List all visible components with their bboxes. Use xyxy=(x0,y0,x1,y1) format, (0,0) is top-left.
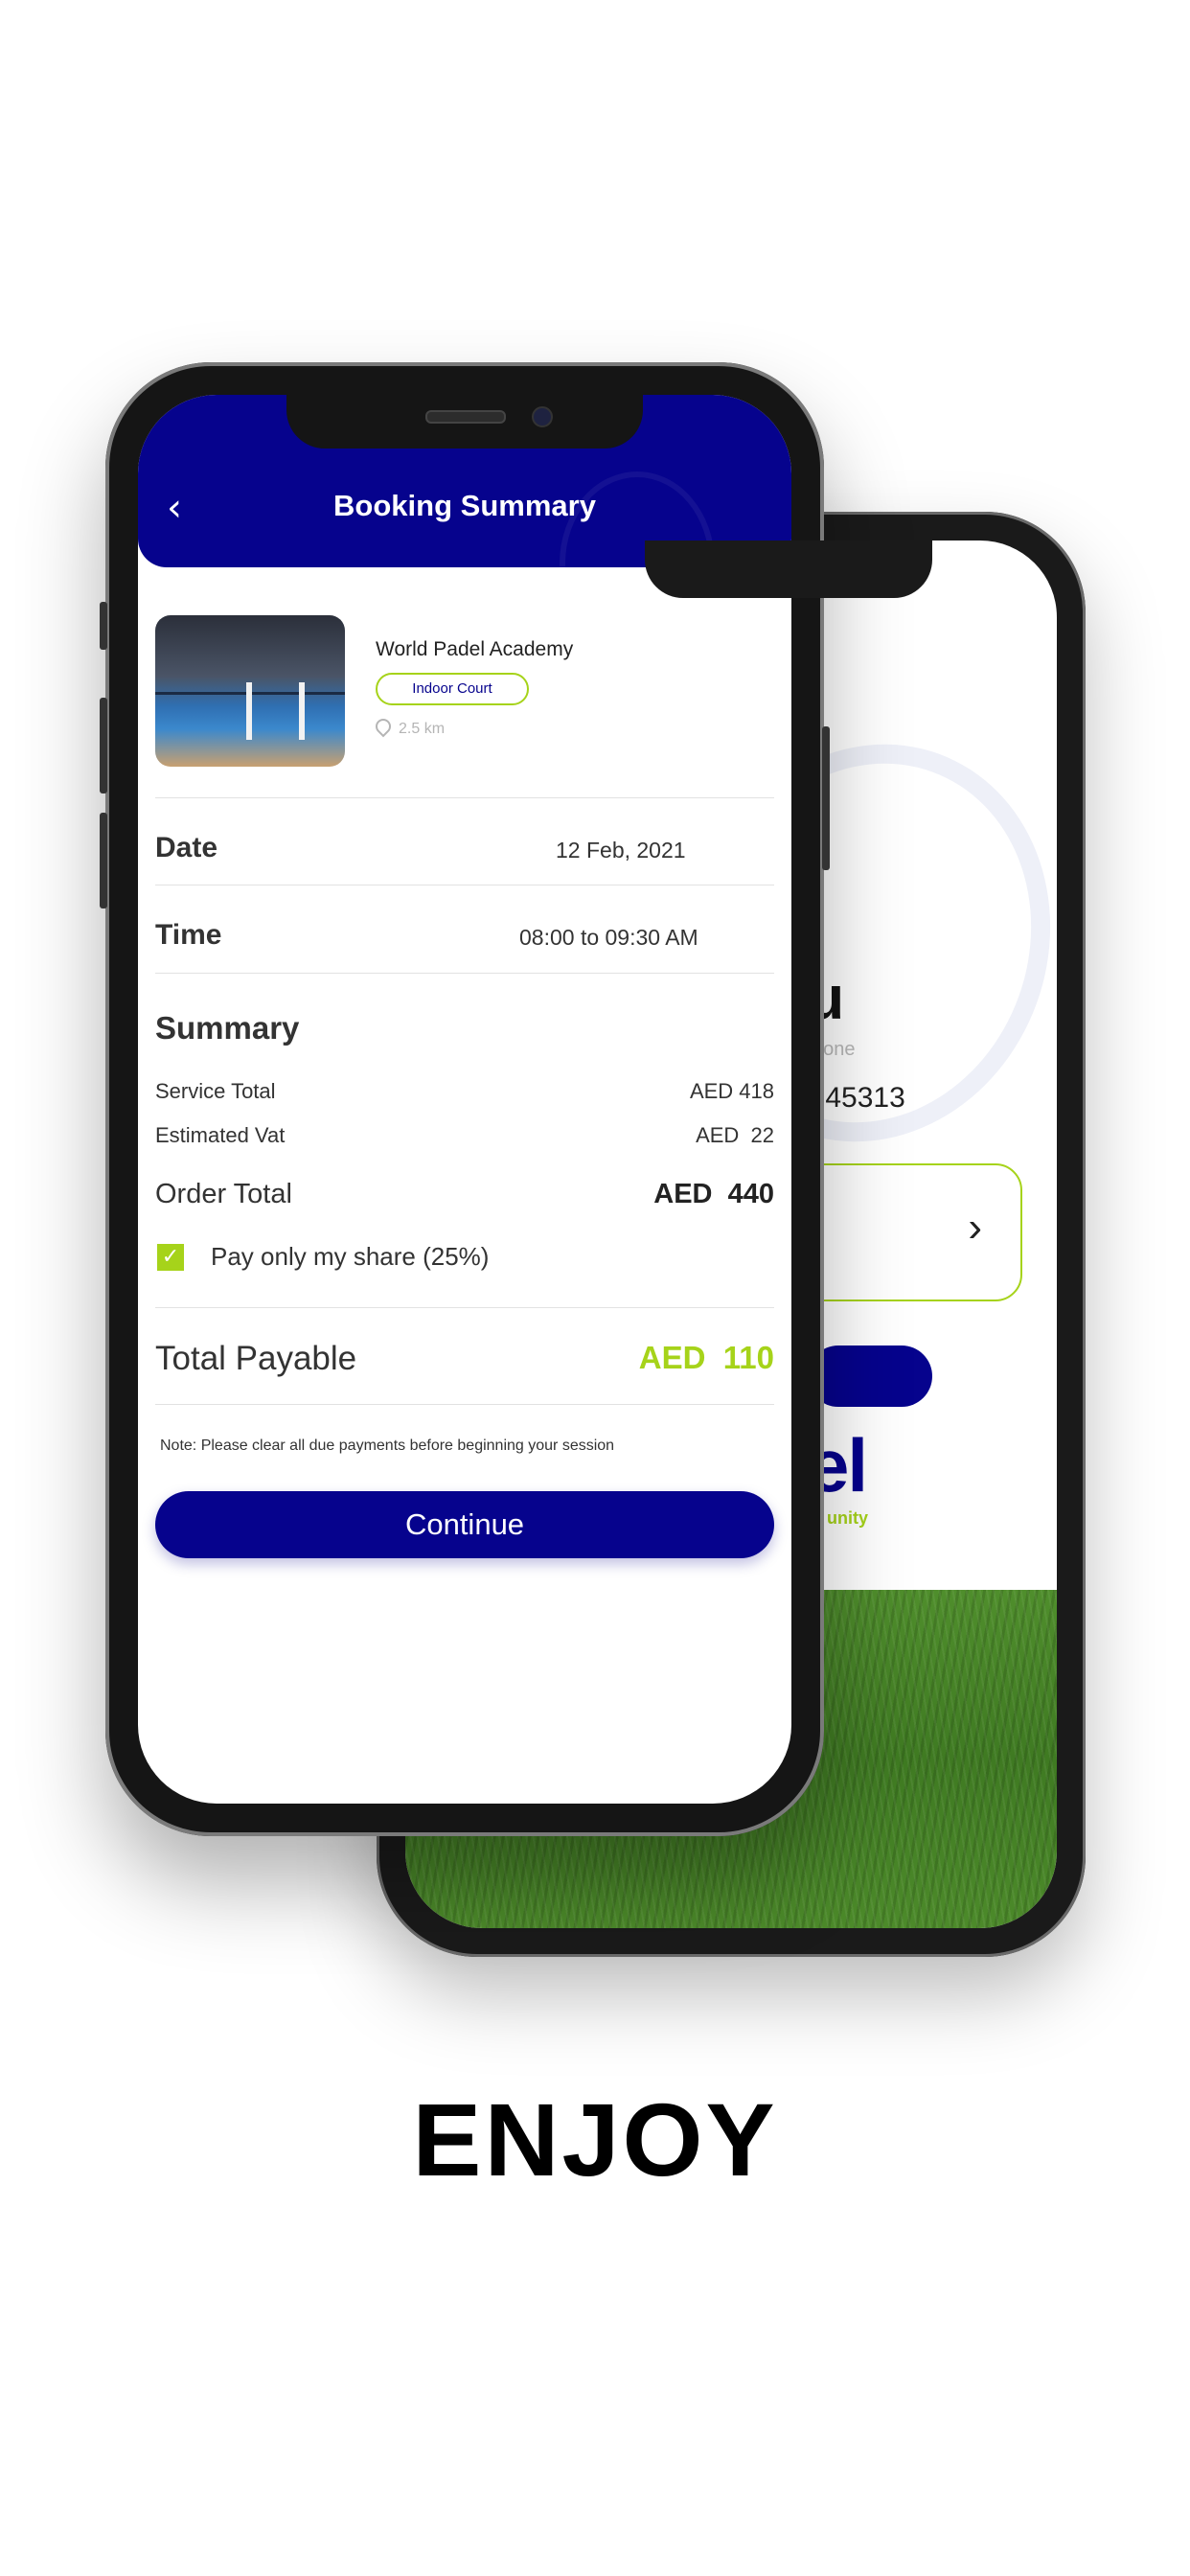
divider xyxy=(155,1404,774,1405)
checkbox-checked-icon[interactable]: ✓ xyxy=(157,1244,184,1271)
tagline-heading: ENJOY xyxy=(412,2082,778,2197)
chevron-right-icon: › xyxy=(968,1204,982,1251)
volume-up-button xyxy=(100,698,107,794)
back-phone-notch xyxy=(645,540,932,598)
date-label: Date xyxy=(155,832,218,863)
power-button xyxy=(822,726,830,870)
court-type-badge: Indoor Court xyxy=(376,673,529,705)
venue-distance: 2.5 km xyxy=(372,715,446,738)
service-total-value: AED 418 xyxy=(689,1079,774,1103)
page-title: Booking Summary xyxy=(333,489,596,522)
order-total-label: Order Total xyxy=(155,1179,292,1209)
total-payable-value: AED 110 xyxy=(638,1340,774,1375)
location-pin-icon xyxy=(372,715,395,738)
volume-down-button xyxy=(100,813,107,908)
court-post xyxy=(299,682,305,740)
distance-text: 2.5 km xyxy=(399,721,446,737)
venue-name: World Padel Academy xyxy=(376,638,574,660)
continue-button[interactable]: Continue xyxy=(155,1491,774,1558)
divider xyxy=(155,797,774,798)
divider xyxy=(155,1307,774,1308)
divider xyxy=(155,885,774,886)
back-action-button[interactable] xyxy=(808,1346,932,1407)
court-post xyxy=(246,682,252,740)
pay-share-option[interactable]: ✓ Pay only my share (25%) xyxy=(155,1238,634,1276)
date-value: 12 Feb, 2021 xyxy=(556,838,686,862)
summary-heading: Summary xyxy=(155,1010,300,1046)
venue-card[interactable]: World Padel Academy Indoor Court 2.5 km xyxy=(155,615,774,769)
phone-notch xyxy=(286,395,643,448)
divider xyxy=(155,973,774,974)
payment-note: Note: Please clear all due payments befo… xyxy=(160,1438,615,1454)
venue-photo xyxy=(155,615,345,767)
speaker-grille xyxy=(425,410,506,424)
estimated-vat-label: Estimated Vat xyxy=(155,1123,286,1147)
front-phone-screen: ‹ Booking Summary World Padel Academy In… xyxy=(138,395,791,1804)
app-logo-tagline: unity xyxy=(827,1508,868,1528)
mute-switch xyxy=(100,602,107,650)
time-label: Time xyxy=(155,919,222,951)
estimated-vat-value: AED 22 xyxy=(696,1123,774,1147)
time-value: 08:00 to 09:30 AM xyxy=(519,925,698,950)
total-payable-label: Total Payable xyxy=(155,1340,357,1377)
order-total-value: AED 440 xyxy=(653,1179,774,1209)
pay-share-label: Pay only my share (25%) xyxy=(211,1242,490,1271)
front-camera xyxy=(532,406,553,427)
service-total-label: Service Total xyxy=(155,1079,276,1103)
